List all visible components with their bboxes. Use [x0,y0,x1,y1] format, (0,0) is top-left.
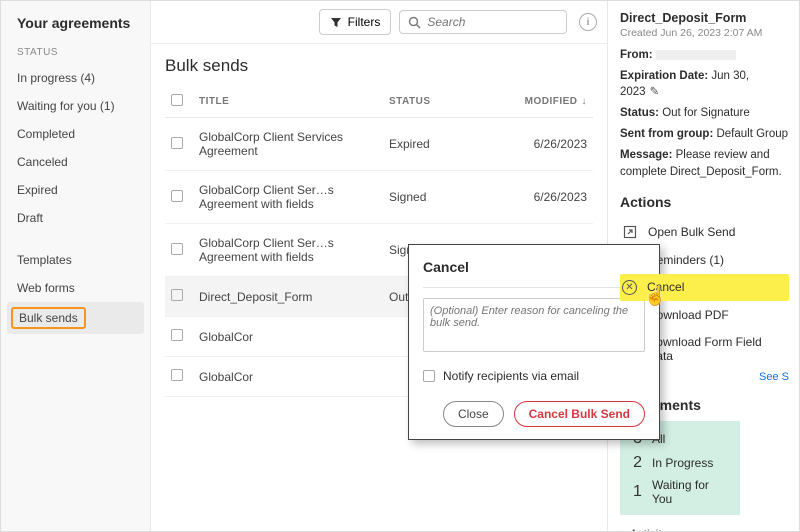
sort-down-icon: ↓ [582,96,588,107]
sidebar-item-completed[interactable]: Completed [7,120,144,148]
status-section-label: STATUS [7,45,150,64]
sidebar-item-waiting[interactable]: Waiting for you (1) [7,92,144,120]
edit-expiration-icon[interactable]: ✎ [650,86,660,98]
action-cancel[interactable]: ✕ Cancel ☝ [620,274,789,301]
topbar: Filters i [151,1,607,44]
message-label: Message: [620,149,672,161]
open-icon [622,224,638,240]
close-button[interactable]: Close [443,401,504,427]
col-modified[interactable]: MODIFIED↓ [503,86,593,118]
sidebar-item-expired[interactable]: Expired [7,176,144,204]
stat-waiting[interactable]: 1Waiting for You [628,475,732,509]
search-input[interactable] [427,15,558,29]
col-title[interactable]: TITLE [193,86,383,118]
sidebar-item-draft[interactable]: Draft [7,204,144,232]
group-label: Sent from group: [620,128,713,140]
info-icon[interactable]: i [579,13,597,31]
modal-title: Cancel [423,259,645,275]
sidebar-item-canceled[interactable]: Canceled [7,148,144,176]
row-checkbox[interactable] [171,137,183,149]
sidebar-item-bulk-sends[interactable]: Bulk sends [7,302,144,334]
search-field[interactable] [399,10,567,34]
filters-label: Filters [348,15,381,29]
sidebar: Your agreements STATUS In progress (4) W… [1,1,151,531]
table-row[interactable]: GlobalCorp Client Ser…s Agreement with f… [165,171,593,224]
table-row[interactable]: GlobalCorp Client Services AgreementExpi… [165,118,593,171]
from-value [656,50,736,60]
row-checkbox[interactable] [171,243,183,255]
cancel-icon: ✕ [622,280,637,295]
sidebar-item-web-forms[interactable]: Web forms [7,274,144,302]
cancel-bulk-send-button[interactable]: Cancel Bulk Send [514,401,645,427]
col-status[interactable]: STATUS [383,86,503,118]
detail-title: Direct_Deposit_Form [620,11,789,25]
from-label: From: [620,49,653,61]
expiration-label: Expiration Date: [620,70,708,82]
sidebar-heading: Your agreements [7,11,150,45]
actions-heading: Actions [620,194,789,210]
stat-in-progress[interactable]: 2In Progress [628,451,732,475]
notify-checkbox[interactable] [423,370,435,382]
status-value: Out for Signature [662,107,750,119]
status-label: Status: [620,107,659,119]
cancel-reason-input[interactable] [423,298,645,352]
row-checkbox[interactable] [171,190,183,202]
chevron-right-icon: › [620,525,624,531]
row-checkbox[interactable] [171,369,183,381]
row-checkbox[interactable] [171,329,183,341]
sidebar-item-templates[interactable]: Templates [7,246,144,274]
main-area: Filters i Bulk sends TITLE STATUS MODIFI… [151,1,607,531]
filter-icon [330,16,342,28]
action-open-bulk-send[interactable]: Open Bulk Send [620,218,789,246]
sidebar-item-in-progress[interactable]: In progress (4) [7,64,144,92]
page-title: Bulk sends [165,56,593,76]
detail-created: Created Jun 26, 2023 2:07 AM [620,27,789,39]
activity-expander[interactable]: › Activity [620,527,789,531]
select-all-checkbox[interactable] [171,94,183,106]
notify-label: Notify recipients via email [443,369,579,383]
group-value: Default Group [716,128,788,140]
filters-button[interactable]: Filters [319,9,392,35]
search-icon [408,16,421,29]
row-checkbox[interactable] [171,289,183,301]
